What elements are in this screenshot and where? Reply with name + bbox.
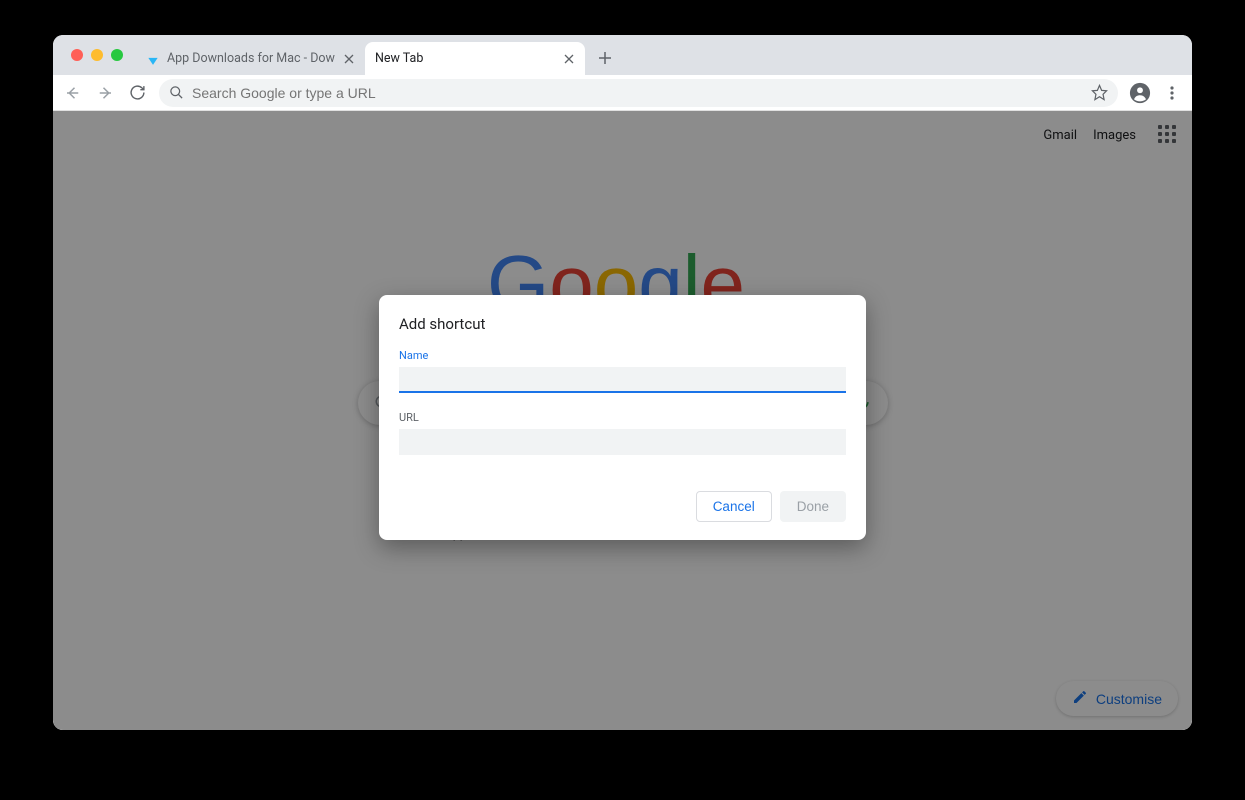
forward-button[interactable] bbox=[91, 79, 119, 107]
name-input[interactable] bbox=[399, 367, 846, 393]
profile-button[interactable] bbox=[1126, 79, 1154, 107]
download-icon bbox=[145, 51, 161, 67]
window-controls bbox=[61, 35, 135, 75]
search-icon bbox=[169, 85, 184, 100]
back-button[interactable] bbox=[59, 79, 87, 107]
close-window-button[interactable] bbox=[71, 49, 83, 61]
cancel-button[interactable]: Cancel bbox=[696, 491, 772, 522]
new-tab-button[interactable] bbox=[591, 44, 619, 72]
tab-new-tab[interactable]: New Tab bbox=[365, 42, 585, 75]
url-field-label: URL bbox=[399, 411, 846, 424]
close-tab-icon[interactable] bbox=[561, 51, 577, 67]
omnibox[interactable] bbox=[159, 79, 1118, 107]
bookmark-star-icon[interactable] bbox=[1091, 84, 1108, 101]
chrome-menu-button[interactable] bbox=[1158, 79, 1186, 107]
browser-window: App Downloads for Mac - Dow New Tab bbox=[53, 35, 1192, 730]
name-field-group: Name bbox=[399, 349, 846, 393]
tab-title: App Downloads for Mac - Dow bbox=[167, 51, 335, 66]
close-tab-icon[interactable] bbox=[341, 51, 357, 67]
name-field-label: Name bbox=[399, 349, 846, 362]
toolbar bbox=[53, 75, 1192, 111]
tabs-container: App Downloads for Mac - Dow New Tab bbox=[135, 35, 1192, 75]
url-input[interactable] bbox=[399, 429, 846, 455]
tab-strip: App Downloads for Mac - Dow New Tab bbox=[53, 35, 1192, 75]
tab-title: New Tab bbox=[375, 51, 555, 66]
add-shortcut-dialog: Add shortcut Name URL Cancel Done bbox=[379, 295, 866, 540]
reload-button[interactable] bbox=[123, 79, 151, 107]
tab-app-downloads[interactable]: App Downloads for Mac - Dow bbox=[135, 42, 365, 75]
maximize-window-button[interactable] bbox=[111, 49, 123, 61]
address-input[interactable] bbox=[192, 85, 1083, 101]
dialog-title: Add shortcut bbox=[399, 315, 846, 333]
done-button[interactable]: Done bbox=[780, 491, 846, 522]
url-field-group: URL bbox=[399, 411, 846, 455]
dialog-buttons: Cancel Done bbox=[399, 491, 846, 522]
minimize-window-button[interactable] bbox=[91, 49, 103, 61]
